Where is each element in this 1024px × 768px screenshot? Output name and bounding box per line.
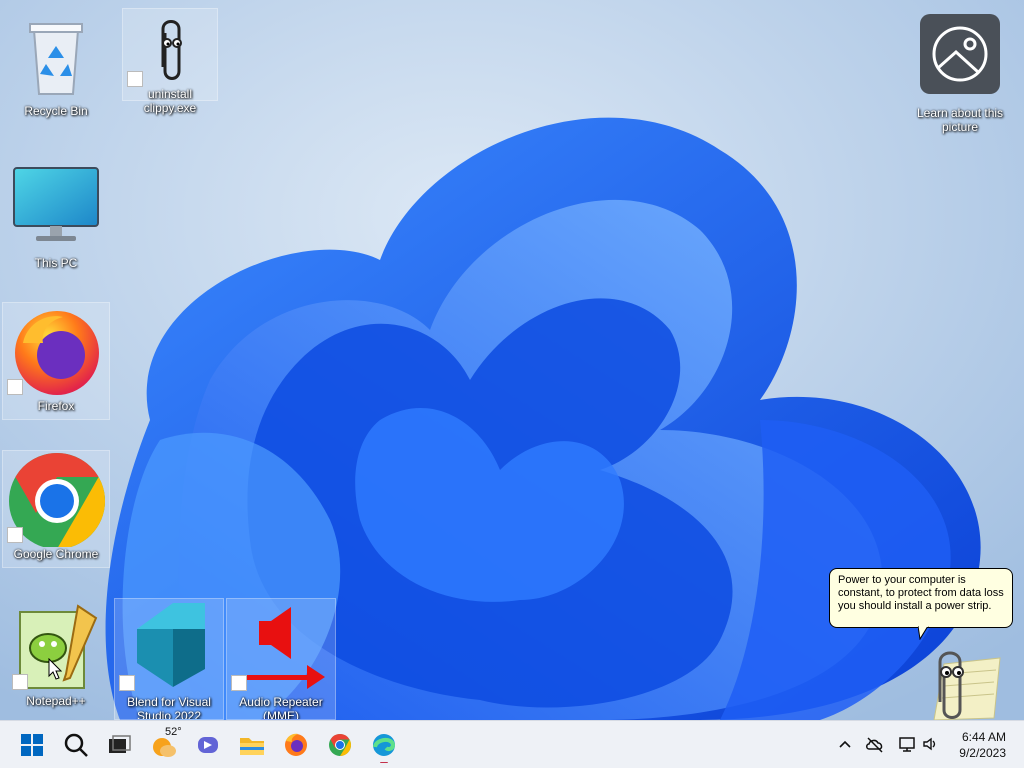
blend-for-visual-studio-desktop-icon[interactable]: Blend for Visual Studio 2022 [114,598,224,720]
search-button[interactable] [58,727,94,763]
start-button[interactable] [14,727,50,763]
clippy-message: Power to your computer is constant, to p… [838,574,1004,612]
shortcut-arrow-icon [231,675,247,691]
task-view-button[interactable] [100,727,136,763]
network-button[interactable] [896,733,918,755]
show-hidden-icons-button[interactable] [834,733,856,755]
shortcut-arrow-icon [7,527,23,543]
shortcut-arrow-icon [127,71,143,87]
firefox-taskbar-button[interactable] [278,727,314,763]
shortcut-arrow-icon [7,379,23,395]
clock-date: 9/2/2023 [959,746,1006,760]
search-icon [64,733,88,757]
mouse-pointer-icon [48,658,62,680]
weather-temperature: 52° [165,726,182,738]
recycle-bin-icon [29,23,83,95]
recycle-bin-desktop-icon[interactable]: Recycle Bin [8,8,104,118]
cloud-offline-icon [866,737,883,753]
audio-repeater-desktop-icon[interactable]: Audio Repeater (MME) [226,598,336,720]
notepad-plus-plus-label: Notepad++ [26,694,86,708]
teams-chat-button[interactable] [190,727,226,763]
widgets-weather-button[interactable]: 52° [148,726,188,763]
edge-icon [373,734,396,763]
audio-repeater-label: Audio Repeater (MME) [239,695,323,720]
volume-button[interactable] [920,733,942,755]
shortcut-arrow-icon [119,675,135,691]
folder-icon [240,738,264,755]
taskbar: 52° 6:44 AM 9/2/2023 [0,720,1024,768]
clock-time: 6:44 AM [961,730,1006,744]
google-chrome-desktop-icon[interactable]: Google Chrome [2,450,110,568]
task-view-icon [109,735,131,753]
speaker-icon [923,737,936,751]
this-pc-desktop-icon[interactable]: This PC [8,160,104,270]
learn-about-picture-desktop-icon[interactable]: Learn about this picture [912,10,1008,134]
file-explorer-button[interactable] [234,727,270,763]
chrome-taskbar-button[interactable] [322,727,358,763]
this-pc-label: This PC [34,256,78,270]
network-icon [899,737,915,752]
monitor-icon [13,167,99,241]
firefox-desktop-icon[interactable]: Firefox [2,302,110,420]
uninstall-clippy-desktop-icon[interactable]: uninstall clippy.exe [122,8,218,115]
chrome-icon [329,734,351,756]
windows-logo-icon [21,734,43,756]
balloon-tail [918,626,929,640]
onedrive-status-button[interactable] [864,733,886,755]
blend-label: Blend for Visual Studio 2022 [127,695,211,720]
google-chrome-label: Google Chrome [13,547,99,561]
notepad-plus-plus-desktop-icon[interactable]: Notepad++ [8,598,104,716]
firefox-label: Firefox [37,399,75,413]
clippy-speech-balloon[interactable]: Power to your computer is constant, to p… [829,568,1013,640]
learn-about-picture-icon [920,14,1000,94]
firefox-icon [285,733,307,756]
teams-chat-icon [198,737,218,753]
shortcut-arrow-icon [12,674,28,690]
chevron-up-icon [839,740,851,748]
learn-about-picture-label: Learn about this picture [916,106,1004,134]
edge-taskbar-button[interactable] [366,727,402,763]
recycle-bin-label: Recycle Bin [24,104,88,118]
clippy-assistant-icon[interactable] [914,640,1006,720]
uninstall-clippy-label: uninstall clippy.exe [143,87,197,115]
system-clock[interactable]: 6:44 AM 9/2/2023 [959,729,1006,761]
